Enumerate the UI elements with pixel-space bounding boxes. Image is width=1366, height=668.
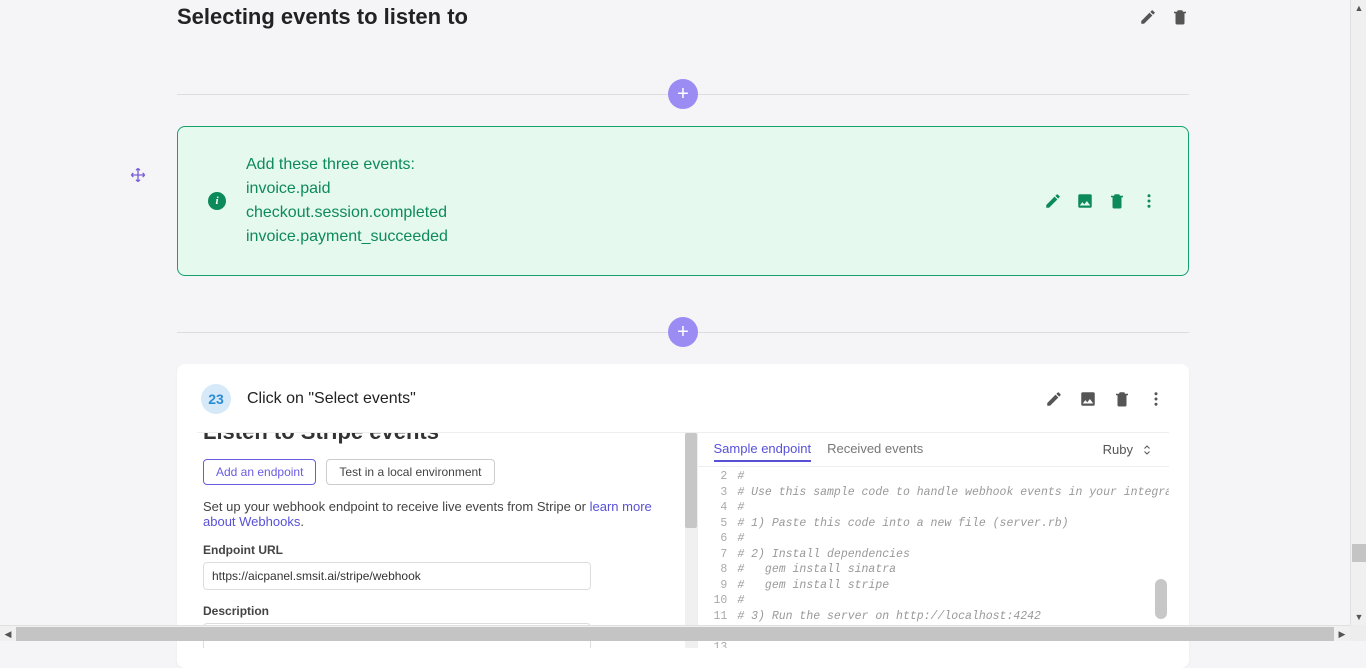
- tab-received-events[interactable]: Received events: [827, 441, 923, 458]
- more-icon[interactable]: [1140, 192, 1158, 210]
- more-icon[interactable]: [1147, 390, 1165, 408]
- section-divider: +: [177, 316, 1189, 348]
- info-icon: i: [208, 192, 226, 210]
- screenshot-area: Listen to Stripe events Add an endpoint …: [197, 432, 1169, 648]
- code-gutter: 2 3 4 5 6 7 8 9 10 11 12 13: [698, 469, 738, 648]
- left-panel-scrollbar[interactable]: [685, 433, 697, 648]
- test-local-button[interactable]: Test in a local environment: [326, 459, 494, 485]
- code-lines: # # Use this sample code to handle webho…: [737, 469, 1169, 648]
- page-vertical-scrollbar[interactable]: ▲ ▼: [1350, 0, 1366, 625]
- add-endpoint-button[interactable]: Add an endpoint: [203, 459, 316, 485]
- step-card: 23 Click on "Select events" Listen to St…: [177, 364, 1189, 668]
- step-title: Click on "Select events": [247, 390, 416, 408]
- code-panel-scrollbar[interactable]: [1155, 469, 1167, 648]
- info-text: Add these three events: invoice.paid che…: [246, 153, 1024, 249]
- scroll-right-arrow-icon[interactable]: ▶: [1334, 626, 1350, 642]
- info-callout: i Add these three events: invoice.paid c…: [177, 126, 1189, 276]
- image-icon[interactable]: [1076, 192, 1094, 210]
- trash-icon[interactable]: [1108, 192, 1126, 210]
- section-title: Selecting events to listen to: [177, 4, 468, 30]
- scroll-down-arrow-icon[interactable]: ▼: [1351, 609, 1366, 625]
- edit-icon[interactable]: [1044, 192, 1062, 210]
- scroll-up-arrow-icon[interactable]: ▲: [1351, 0, 1366, 16]
- trash-icon[interactable]: [1113, 390, 1131, 408]
- chevron-updown-icon: [1141, 444, 1153, 456]
- tab-sample-endpoint[interactable]: Sample endpoint: [714, 441, 812, 462]
- trash-icon[interactable]: [1171, 8, 1189, 26]
- section-header: Selecting events to listen to: [177, 4, 1189, 38]
- code-panel: Sample endpoint Received events Ruby 2 3…: [697, 433, 1170, 648]
- endpoint-url-label: Endpoint URL: [203, 543, 675, 557]
- stripe-description: Set up your webhook endpoint to receive …: [203, 499, 675, 529]
- scroll-corner: [1350, 625, 1366, 641]
- page-horizontal-scrollbar[interactable]: ◀ ▶: [0, 625, 1350, 641]
- drag-handle-icon[interactable]: [130, 167, 146, 188]
- endpoint-url-input[interactable]: [203, 562, 591, 590]
- code-body: 2 3 4 5 6 7 8 9 10 11 12 13 #: [698, 467, 1170, 648]
- add-step-button[interactable]: +: [668, 317, 698, 347]
- language-selector[interactable]: Ruby: [1103, 442, 1153, 457]
- scroll-left-arrow-icon[interactable]: ◀: [0, 626, 16, 642]
- description-label: Description: [203, 604, 675, 618]
- step-number-badge: 23: [201, 384, 231, 414]
- add-step-button[interactable]: +: [668, 79, 698, 109]
- section-divider: +: [177, 78, 1189, 110]
- stripe-heading: Listen to Stripe events: [203, 433, 675, 445]
- edit-icon[interactable]: [1139, 8, 1157, 26]
- stripe-left-panel: Listen to Stripe events Add an endpoint …: [197, 433, 697, 648]
- image-icon[interactable]: [1079, 390, 1097, 408]
- edit-icon[interactable]: [1045, 390, 1063, 408]
